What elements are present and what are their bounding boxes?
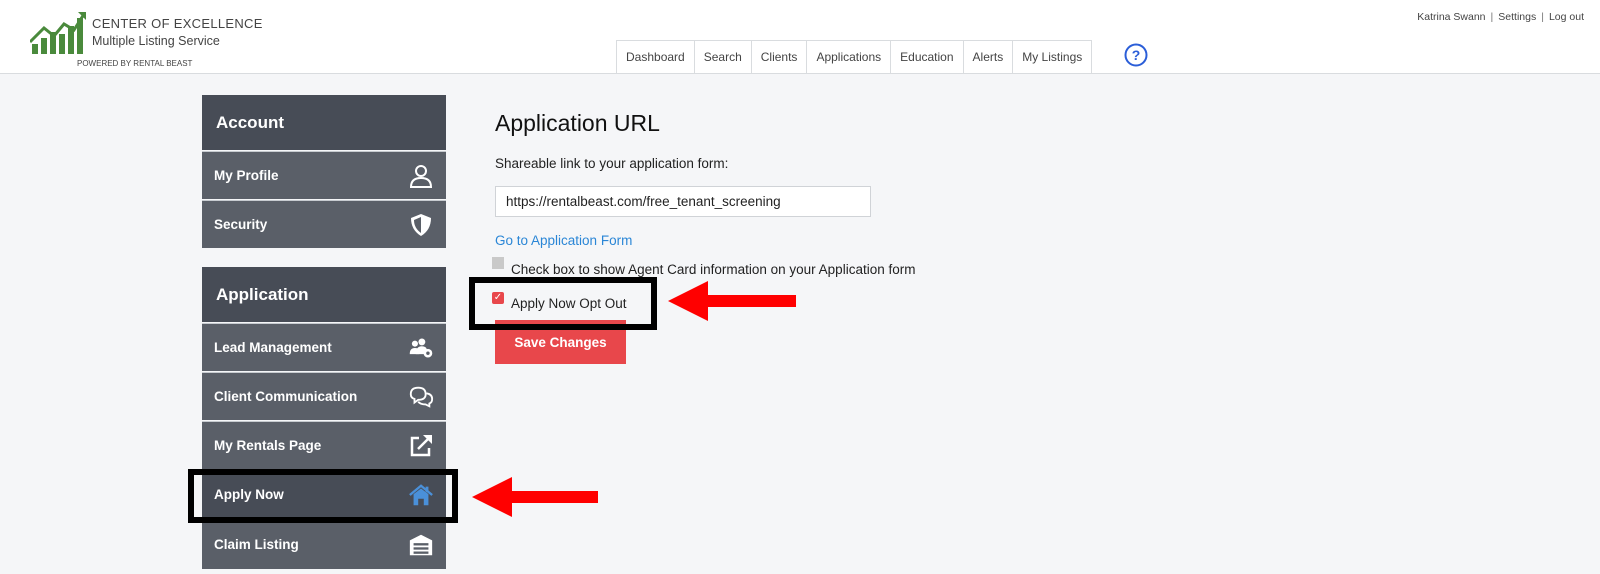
red-arrow-icon [668, 281, 796, 321]
separator: | [1541, 11, 1544, 23]
nav-tab-dashboard[interactable]: Dashboard [616, 40, 694, 73]
chart-logo-icon [30, 12, 86, 54]
sidebar-item-security[interactable]: Security [202, 200, 446, 248]
main-nav: Dashboard Search Clients Applications Ed… [616, 40, 1093, 73]
url-description: Shareable link to your application form: [495, 156, 729, 171]
agent-card-checkbox[interactable] [492, 257, 504, 269]
logo[interactable] [30, 10, 88, 56]
settings-link[interactable]: Settings [1498, 11, 1536, 23]
external-link-icon [410, 434, 432, 456]
user-links: Katrina Swann | Settings | Log out [1417, 11, 1584, 23]
svg-text:?: ? [1132, 47, 1141, 63]
user-name-link[interactable]: Katrina Swann [1417, 11, 1485, 23]
go-to-application-form-link[interactable]: Go to Application Form [495, 233, 632, 248]
page-title: Application URL [495, 110, 660, 136]
shield-icon [411, 213, 431, 236]
sidebar-item-label: Security [214, 217, 268, 232]
red-arrow-icon [472, 477, 598, 517]
nav-tab-my-listings[interactable]: My Listings [1012, 40, 1093, 73]
separator: | [1490, 11, 1494, 23]
garage-icon [409, 534, 433, 555]
sidebar-item-label: My Profile [214, 168, 279, 183]
agent-card-checkbox-label: Check box to show Agent Card information… [511, 262, 916, 277]
sidebar-item-claim-listing[interactable]: Claim Listing [202, 519, 446, 569]
sidebar-item-label: Claim Listing [214, 537, 299, 552]
highlight-box-opt-out [469, 277, 657, 330]
user-icon [409, 164, 433, 188]
sidebar-item-lead-management[interactable]: Lead Management [202, 323, 446, 371]
logo-title: CENTER OF EXCELLENCE [92, 16, 263, 31]
logo-powered-by: POWERED BY RENTAL BEAST [77, 59, 193, 68]
sidebar-item-my-rentals-page[interactable]: My Rentals Page [202, 421, 446, 469]
sidebar-heading-application: Application [202, 267, 446, 322]
application-url-field[interactable] [495, 186, 871, 217]
chat-bubbles-icon [409, 386, 434, 408]
nav-tab-alerts[interactable]: Alerts [962, 40, 1013, 73]
top-header: CENTER OF EXCELLENCE Multiple Listing Se… [0, 0, 1600, 74]
logout-link[interactable]: Log out [1549, 11, 1584, 23]
sidebar-heading-account: Account [202, 95, 446, 150]
users-gear-icon [409, 337, 433, 358]
sidebar-item-label: Lead Management [214, 340, 332, 355]
nav-tab-applications[interactable]: Applications [806, 40, 891, 73]
sidebar-item-label: Client Communication [214, 389, 358, 404]
nav-tab-search[interactable]: Search [693, 40, 751, 73]
sidebar-item-client-communication[interactable]: Client Communication [202, 372, 446, 420]
highlight-box-apply-now [188, 469, 458, 523]
nav-tab-clients[interactable]: Clients [750, 40, 807, 73]
sidebar-item-my-profile[interactable]: My Profile [202, 151, 446, 199]
logo-subtitle: Multiple Listing Service [92, 34, 220, 48]
sidebar-item-label: My Rentals Page [214, 438, 322, 453]
nav-tab-education[interactable]: Education [890, 40, 963, 73]
question-circle-icon[interactable]: ? [1124, 43, 1148, 67]
